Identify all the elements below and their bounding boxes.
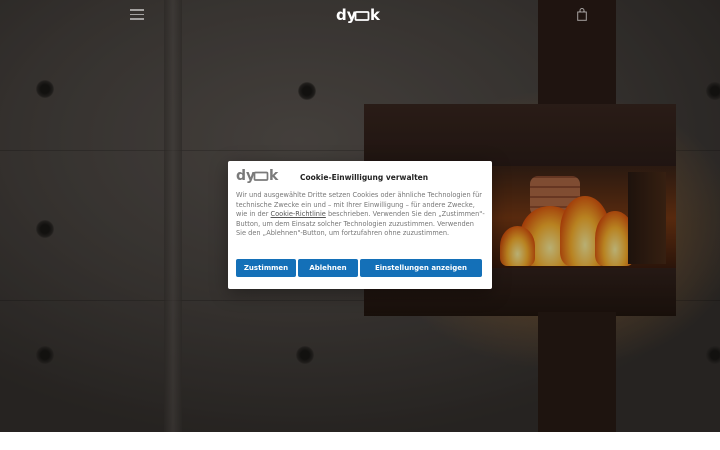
top-navigation: dy k <box>0 0 720 30</box>
page-below-hero <box>0 432 720 450</box>
cookie-policy-link[interactable]: Cookie-Richtlinie <box>271 210 326 218</box>
shopping-bag-icon[interactable] <box>577 8 587 21</box>
show-settings-button[interactable]: Einstellungen anzeigen <box>360 259 482 277</box>
dialog-description: Wir und ausgewählte Dritte setzen Cookie… <box>236 191 486 239</box>
cookie-consent-dialog: dy k Cookie-Einwilligung verwalten Wir u… <box>228 161 492 289</box>
svg-text:k: k <box>370 6 381 24</box>
dialog-dyook-logo: dy k <box>236 168 279 184</box>
hamburger-menu-icon[interactable] <box>130 9 144 20</box>
accept-button[interactable]: Zustimmen <box>236 259 296 277</box>
svg-text:k: k <box>269 168 279 184</box>
decline-button[interactable]: Ablehnen <box>298 259 358 277</box>
dialog-title: Cookie-Einwilligung verwalten <box>300 173 429 182</box>
svg-text:dy: dy <box>236 168 255 184</box>
dyook-logo[interactable]: dy k <box>336 5 384 25</box>
svg-text:dy: dy <box>336 6 357 24</box>
